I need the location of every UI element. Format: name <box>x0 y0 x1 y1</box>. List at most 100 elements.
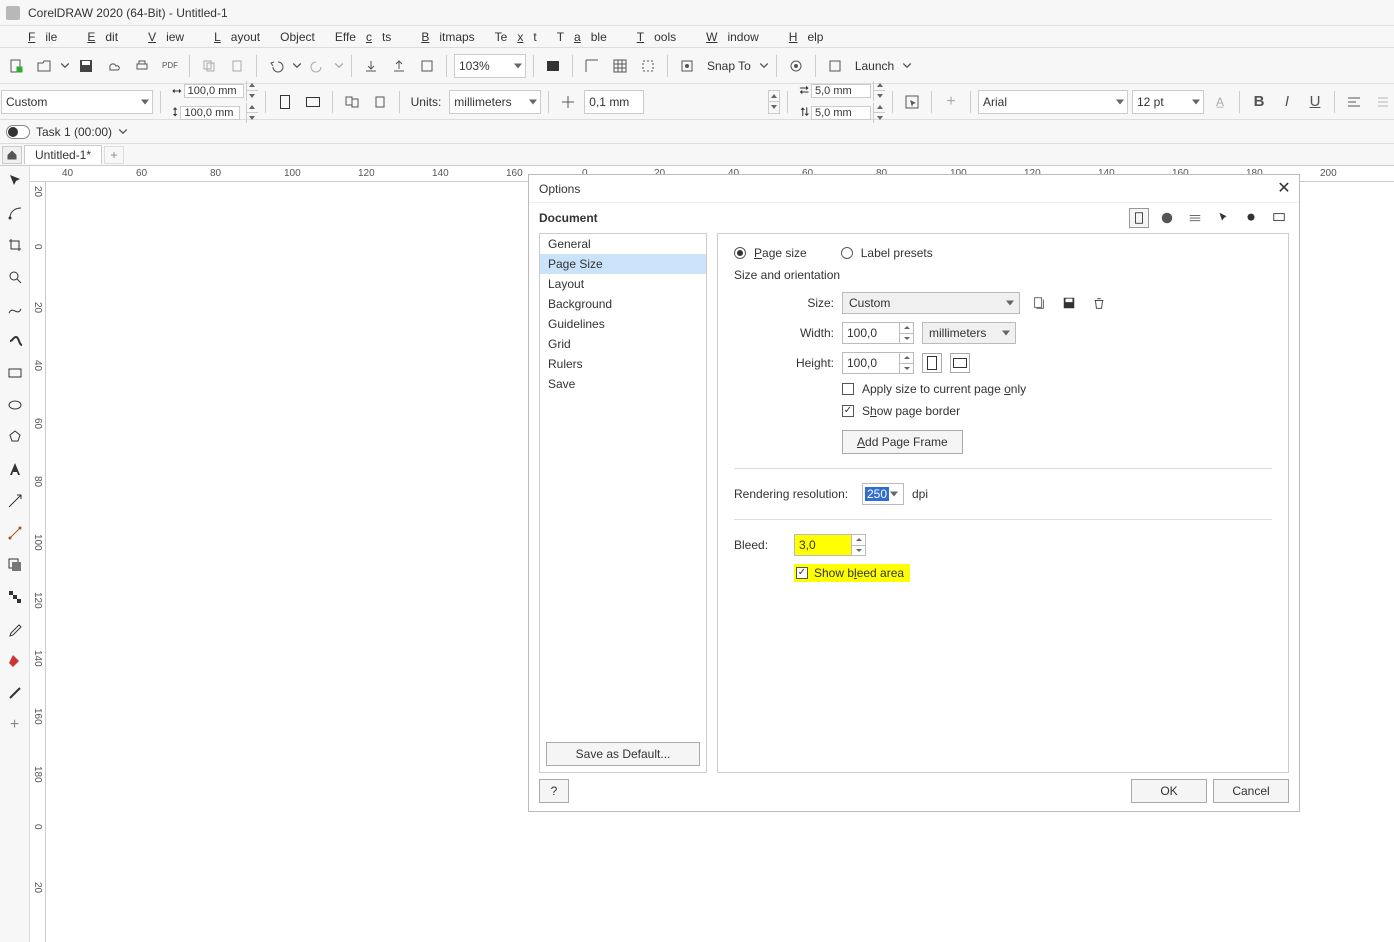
radio-page-size[interactable] <box>734 247 746 259</box>
export-pdf-button[interactable]: PDF <box>158 54 182 78</box>
open-preset-button[interactable] <box>1028 292 1050 314</box>
text-tool[interactable] <box>4 458 26 480</box>
save-button[interactable] <box>74 54 98 78</box>
import-button[interactable] <box>359 54 383 78</box>
page-width-input[interactable]: 100,0 mm <box>184 84 244 98</box>
guidelines-button[interactable] <box>636 54 660 78</box>
nav-page-size[interactable]: Page Size <box>540 254 706 274</box>
tab-cursor-icon[interactable] <box>1213 208 1233 228</box>
menu-window[interactable]: Window <box>686 28 769 46</box>
connector-tool[interactable] <box>4 522 26 544</box>
page-preset-combo[interactable]: Custom <box>1 90 153 114</box>
fullscreen-button[interactable] <box>541 54 565 78</box>
nav-general[interactable]: General <box>540 234 706 254</box>
nav-rulers[interactable]: Rulers <box>540 354 706 374</box>
italic-button[interactable]: I <box>1275 90 1299 114</box>
dropdown-icon[interactable] <box>334 54 344 78</box>
fontsize-combo[interactable]: 12 pt <box>1132 90 1204 114</box>
tab-global-icon[interactable] <box>1157 208 1177 228</box>
width-units-combo[interactable]: millimeters <box>922 322 1016 344</box>
ellipse-tool[interactable] <box>4 394 26 416</box>
size-combo[interactable]: Custom <box>842 292 1020 314</box>
menu-help[interactable]: Help <box>769 28 834 46</box>
export-button[interactable] <box>387 54 411 78</box>
font-variant-button[interactable]: A̲ <box>1208 90 1232 114</box>
redo-button[interactable] <box>306 54 330 78</box>
nav-layout[interactable]: Layout <box>540 274 706 294</box>
underline-button[interactable]: U <box>1303 90 1327 114</box>
fill-tool[interactable] <box>4 650 26 672</box>
save-as-default-button[interactable]: Save as Default... <box>546 742 700 766</box>
landscape-button[interactable] <box>301 90 325 114</box>
launch-label[interactable]: Launch <box>851 59 898 73</box>
bold-button[interactable]: B <box>1247 90 1271 114</box>
landscape-orient-button[interactable] <box>950 353 970 373</box>
options-button[interactable] <box>784 54 808 78</box>
add-tool-button[interactable]: + <box>4 714 26 736</box>
paste-button[interactable] <box>225 54 249 78</box>
shadow-tool[interactable] <box>4 554 26 576</box>
artistic-tool[interactable] <box>4 330 26 352</box>
launch-icon[interactable] <box>823 54 847 78</box>
apply-current-checkbox[interactable] <box>842 383 854 395</box>
open-button[interactable] <box>32 54 56 78</box>
new-doc-button[interactable] <box>4 54 28 78</box>
freehand-tool[interactable] <box>4 298 26 320</box>
help-button[interactable]: ? <box>539 779 569 803</box>
show-bleed-checkbox[interactable] <box>796 567 808 579</box>
eyedropper-tool[interactable] <box>4 618 26 640</box>
snap-icon[interactable] <box>675 54 699 78</box>
dropdown-icon[interactable] <box>902 54 912 78</box>
height-input[interactable]: 100,0 <box>842 352 914 374</box>
tab-bulb-icon[interactable] <box>1241 208 1261 228</box>
bleed-input[interactable]: 3,0 <box>794 534 866 556</box>
menu-object[interactable]: Object <box>270 28 325 46</box>
zoom-combo[interactable]: 103% <box>454 54 526 78</box>
portrait-orient-button[interactable] <box>922 353 942 373</box>
rectangle-tool[interactable] <box>4 362 26 384</box>
dup-y-input[interactable]: 5,0 mm <box>811 106 871 120</box>
undo-button[interactable] <box>264 54 288 78</box>
dimension-tool[interactable] <box>4 490 26 512</box>
nav-background[interactable]: Background <box>540 294 706 314</box>
page-height-input[interactable]: 100,0 mm <box>180 106 240 120</box>
print-button[interactable] <box>130 54 154 78</box>
shape-tool[interactable] <box>4 202 26 224</box>
cloud-button[interactable] <box>102 54 126 78</box>
portrait-button[interactable] <box>273 90 297 114</box>
dropdown-icon[interactable] <box>60 54 70 78</box>
pick-tool[interactable] <box>4 170 26 192</box>
delete-preset-button[interactable] <box>1088 292 1110 314</box>
dropdown-icon[interactable] <box>118 120 128 144</box>
font-combo[interactable]: Arial <box>978 90 1128 114</box>
dropdown-icon[interactable] <box>292 54 302 78</box>
list-button[interactable] <box>1370 90 1394 114</box>
menu-file[interactable]: File <box>8 28 67 46</box>
dup-x-input[interactable]: 5,0 mm <box>811 84 871 98</box>
nav-save[interactable]: Save <box>540 374 706 394</box>
menu-edit[interactable]: Edit <box>67 28 128 46</box>
cancel-button[interactable]: Cancel <box>1213 779 1289 803</box>
transparency-tool[interactable] <box>4 586 26 608</box>
cursor-button[interactable] <box>900 90 924 114</box>
copy-button[interactable] <box>197 54 221 78</box>
menu-bitmaps[interactable]: Bitmaps <box>401 28 484 46</box>
show-border-checkbox[interactable] <box>842 405 854 417</box>
tab-workspace-icon[interactable] <box>1185 208 1205 228</box>
align-button[interactable] <box>1342 90 1366 114</box>
all-pages-button[interactable] <box>340 90 364 114</box>
menu-layout[interactable]: Layout <box>194 28 270 46</box>
grid-button[interactable] <box>608 54 632 78</box>
current-page-button[interactable] <box>368 90 392 114</box>
menu-table[interactable]: Table <box>547 28 617 46</box>
tab-display-icon[interactable] <box>1269 208 1289 228</box>
home-button[interactable] <box>2 146 22 164</box>
crop-tool[interactable] <box>4 234 26 256</box>
outline-tool[interactable] <box>4 682 26 704</box>
ok-button[interactable]: OK <box>1131 779 1207 803</box>
new-tab-button[interactable]: + <box>104 146 124 164</box>
menu-tools[interactable]: Tools <box>617 28 686 46</box>
nudge-input[interactable]: 0,1 mm <box>584 90 644 114</box>
menu-text[interactable]: Text <box>485 28 547 46</box>
tab-untitled[interactable]: Untitled-1* <box>24 145 102 164</box>
